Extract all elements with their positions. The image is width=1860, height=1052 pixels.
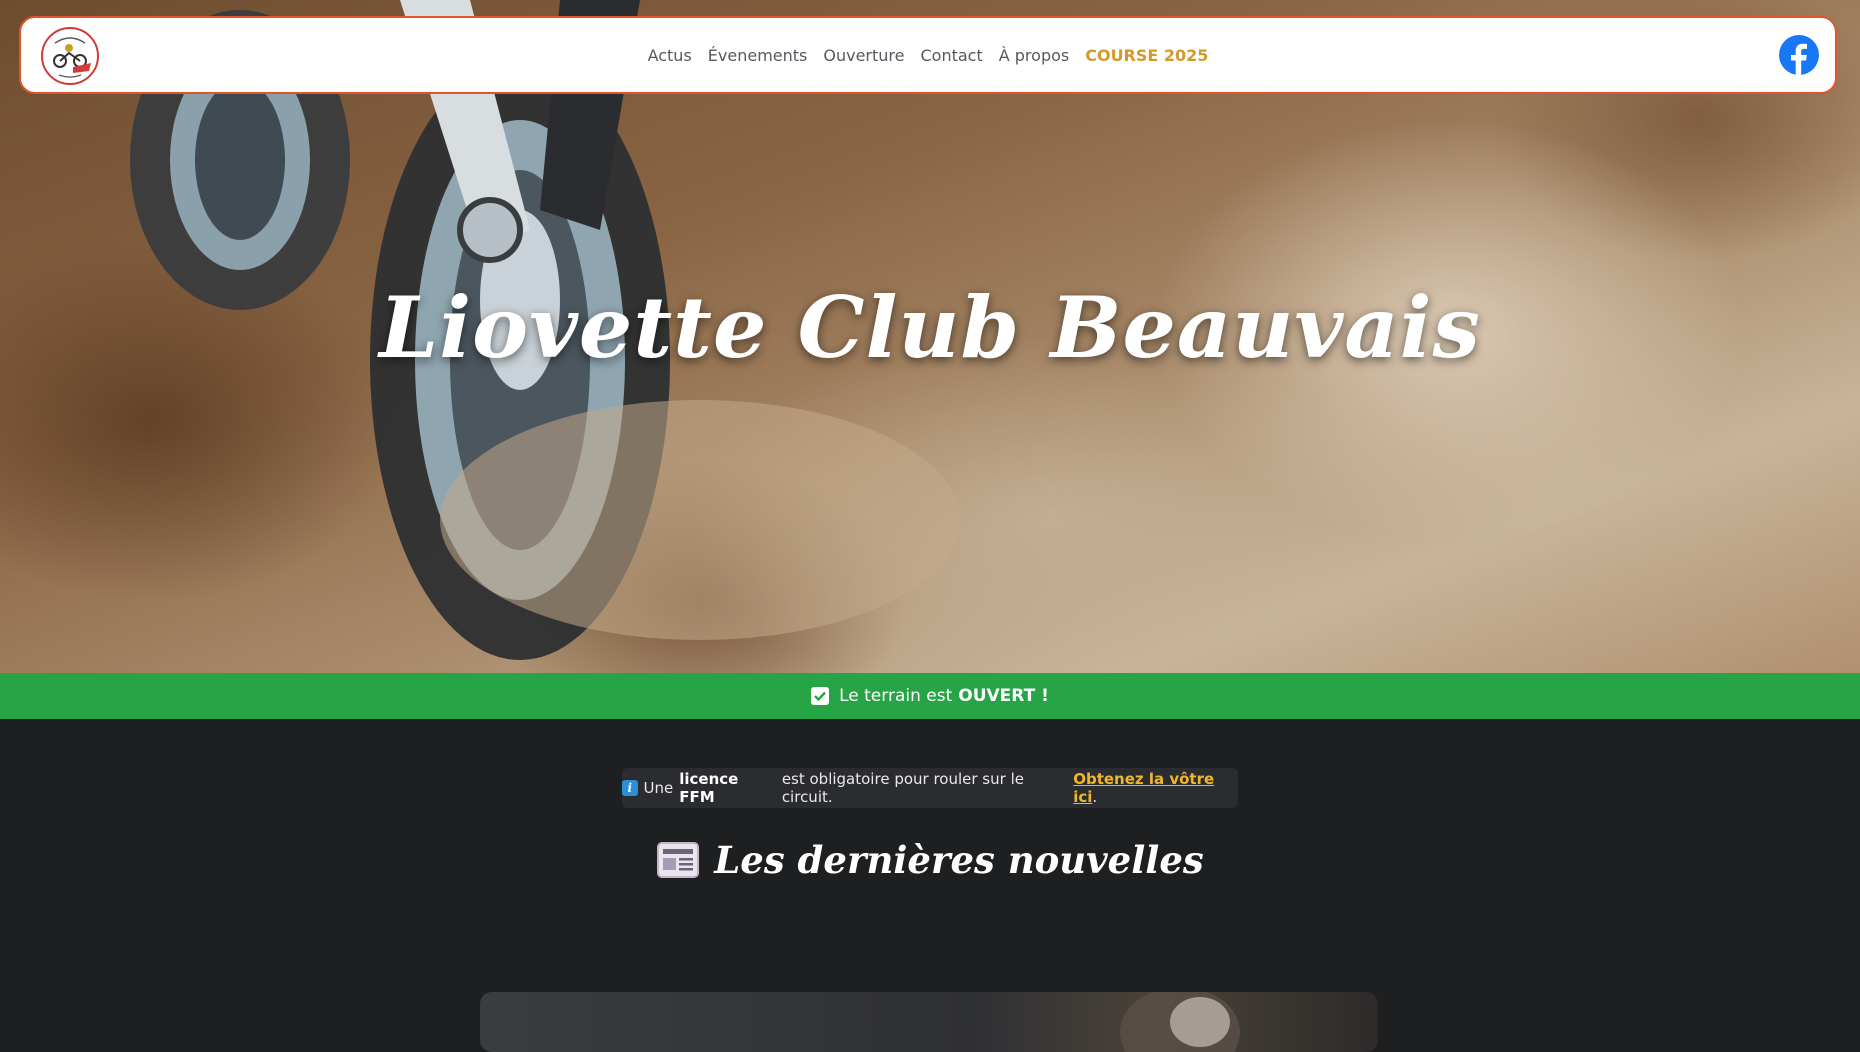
facebook-icon[interactable]	[1779, 35, 1819, 75]
nav-link-contact[interactable]: Contact	[920, 46, 982, 65]
info-icon: i	[622, 780, 638, 796]
nav-link-evenements[interactable]: Évenements	[708, 46, 808, 65]
info-bold: licence FFM	[679, 770, 739, 806]
news-card-image	[1120, 992, 1240, 1052]
status-state: OUVERT !	[958, 686, 1049, 706]
field-status-banner: Le terrain est OUVERT !	[0, 673, 1860, 719]
status-prefix: Le terrain est	[839, 686, 953, 706]
licence-info-box: i Une licence FFM est obligatoire pour r…	[622, 768, 1238, 808]
info-text-before: Une	[643, 779, 674, 797]
nav-link-actus[interactable]: Actus	[648, 46, 692, 65]
top-navbar: Actus Évenements Ouverture Contact À pro…	[19, 16, 1837, 94]
hero-title: Liovette Club Beauvais	[379, 278, 1481, 377]
info-suffix: .	[1092, 788, 1098, 806]
info-text-after: est obligatoire pour rouler sur le circu…	[781, 770, 1024, 806]
nav-link-ouverture[interactable]: Ouverture	[823, 46, 904, 65]
nav-links: Actus Évenements Ouverture Contact À pro…	[21, 18, 1835, 92]
check-icon	[811, 687, 830, 705]
news-title: Les dernières nouvelles	[714, 838, 1204, 882]
newspaper-icon	[657, 842, 700, 878]
news-section-heading: Les dernières nouvelles	[0, 838, 1860, 882]
nav-link-course-2025[interactable]: COURSE 2025	[1085, 46, 1208, 65]
hero-banner: Liovette Club Beauvais	[0, 0, 1860, 673]
news-card[interactable]	[480, 992, 1378, 1052]
nav-link-a-propos[interactable]: À propos	[999, 46, 1069, 65]
